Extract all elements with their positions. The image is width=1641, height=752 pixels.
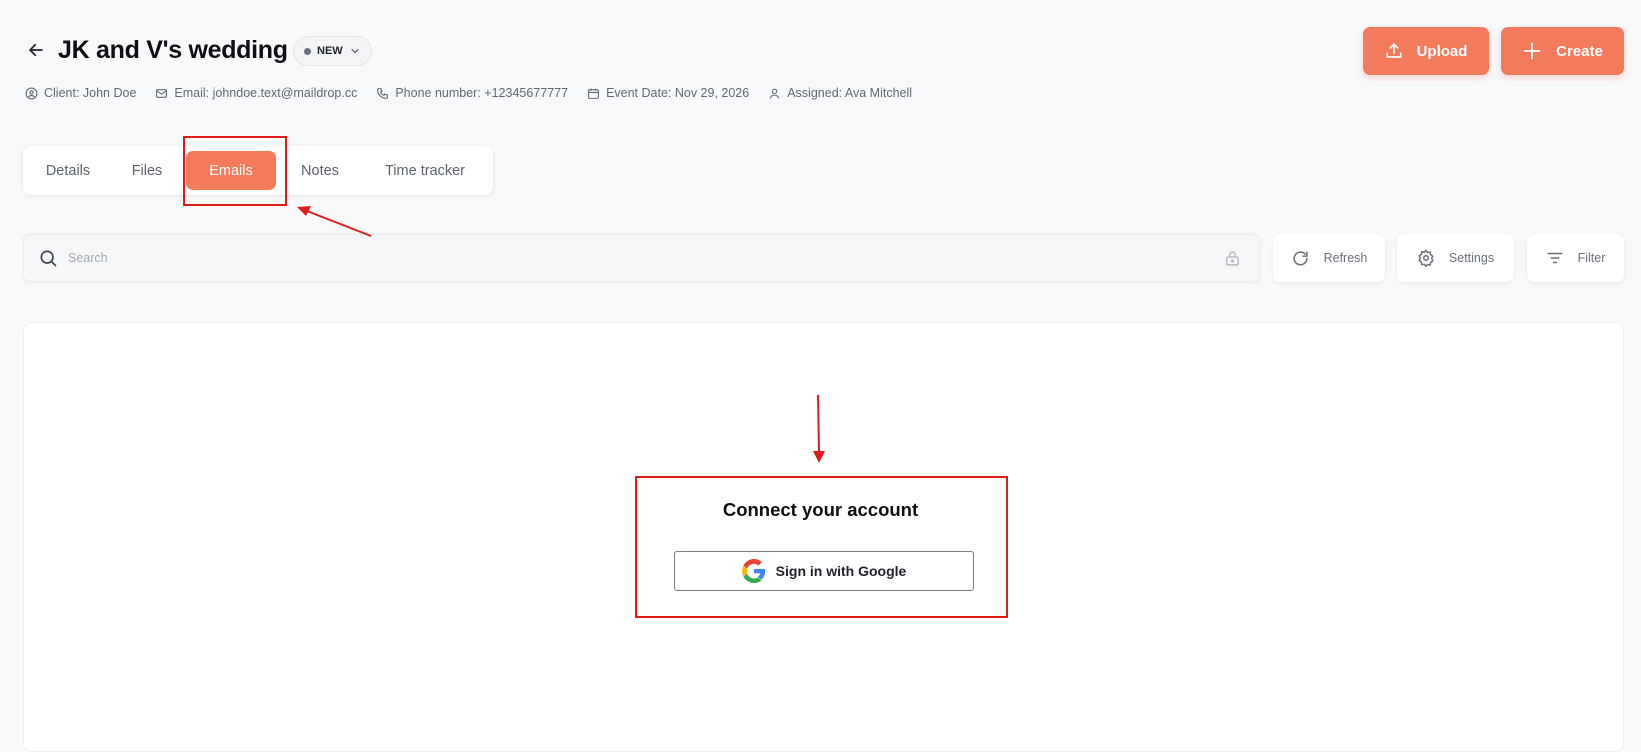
- google-signin-label: Sign in with Google: [775, 563, 907, 579]
- mail-icon: [156, 88, 168, 98]
- filter-label: Filter: [1577, 251, 1606, 265]
- lock-icon: [1226, 250, 1239, 266]
- upload-button[interactable]: Upload: [1363, 27, 1489, 75]
- tab-details[interactable]: Details: [28, 151, 108, 190]
- meta-event-date: Event Date: Nov 29, 2026: [587, 86, 749, 100]
- tab-bar: Details Files Emails Notes Time tracker: [23, 146, 493, 195]
- filter-button[interactable]: Filter: [1527, 234, 1624, 282]
- user-icon: [769, 88, 780, 99]
- refresh-icon: [1293, 250, 1308, 266]
- tab-emails-label: Emails: [209, 162, 253, 179]
- meta-email: Email: johndoe.text@maildrop.cc: [155, 86, 357, 100]
- tab-notes-label: Notes: [301, 162, 339, 179]
- gear-icon: [1418, 249, 1434, 267]
- tab-notes[interactable]: Notes: [276, 151, 364, 190]
- settings-button[interactable]: Settings: [1397, 234, 1514, 282]
- chevron-down-icon: [351, 48, 359, 54]
- meta-client-text: Client: John Doe: [44, 86, 137, 100]
- status-dropdown[interactable]: NEW: [293, 36, 372, 66]
- refresh-button[interactable]: Refresh: [1273, 234, 1385, 282]
- meta-phone-text: Phone number: +12345677777: [395, 86, 569, 100]
- tab-pointer-arrow: [297, 206, 372, 237]
- tab-details-label: Details: [45, 162, 91, 179]
- status-dot: [304, 47, 311, 55]
- arrow-left-icon: [29, 43, 43, 57]
- settings-label: Settings: [1448, 251, 1495, 265]
- meta-event-date-text: Event Date: Nov 29, 2026: [606, 86, 750, 100]
- tab-files[interactable]: Files: [108, 151, 186, 190]
- meta-assigned: Assigned: Ava Mitchell: [768, 86, 912, 100]
- create-label: Create: [1556, 42, 1603, 60]
- email-search-bar: [23, 234, 1260, 282]
- phone-icon: [377, 87, 389, 99]
- refresh-label: Refresh: [1323, 251, 1368, 265]
- google-logo-icon: [741, 559, 765, 583]
- status-label: NEW: [317, 45, 343, 57]
- tab-time-tracker-label: Time tracker: [384, 162, 466, 179]
- meta-client: Client: John Doe: [25, 86, 136, 100]
- page-title: JK and V's wedding: [58, 36, 288, 64]
- event-meta-row: Client: John Doe Email: johndoe.text@mai…: [25, 86, 931, 100]
- connect-account-title: Connect your account: [722, 499, 919, 520]
- tab-emails[interactable]: Emails: [186, 151, 276, 190]
- tab-time-tracker[interactable]: Time tracker: [364, 151, 486, 190]
- search-icon: [40, 250, 57, 267]
- user-circle-icon: [25, 87, 38, 99]
- meta-assigned-text: Assigned: Ava Mitchell: [787, 86, 913, 100]
- meta-phone: Phone number: +12345677777: [376, 86, 568, 100]
- create-button[interactable]: Create: [1501, 27, 1624, 75]
- calendar-icon: [588, 88, 599, 99]
- filter-icon: [1547, 252, 1563, 264]
- search-input[interactable]: [66, 234, 1224, 282]
- plus-icon: [1523, 42, 1541, 60]
- tab-files-label: Files: [131, 162, 163, 179]
- emails-content-card: [23, 322, 1624, 752]
- meta-email-text: Email: johndoe.text@maildrop.cc: [174, 86, 358, 100]
- upload-icon: [1386, 43, 1402, 58]
- google-signin-button[interactable]: Sign in with Google: [674, 551, 974, 591]
- back-button[interactable]: [24, 38, 48, 62]
- upload-label: Upload: [1416, 42, 1468, 60]
